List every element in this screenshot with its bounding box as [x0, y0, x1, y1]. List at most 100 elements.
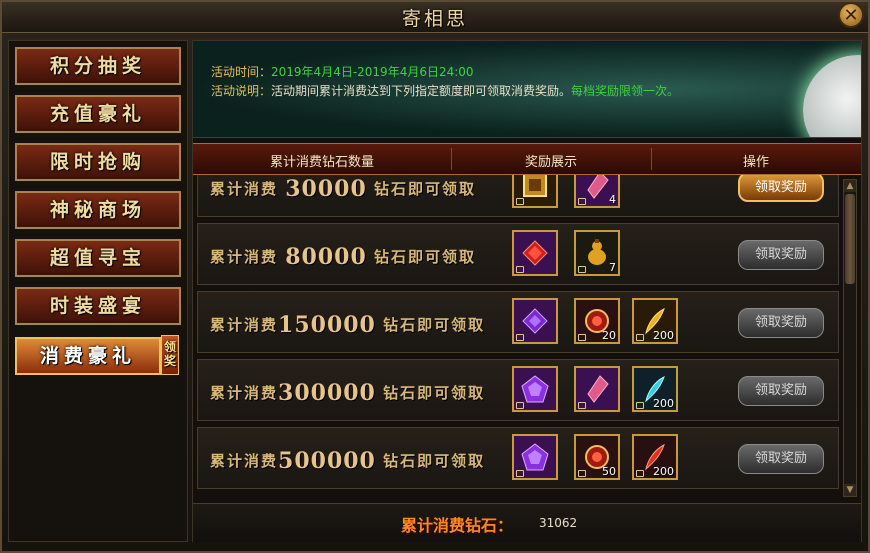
bound-lock-icon [636, 402, 644, 409]
row-condition: 累计消费 30000 钻石即可领取 [210, 176, 477, 202]
sidebar-item-label: 超值寻宝 [49, 247, 146, 269]
table-row: 累计消费 30000 钻石即可领取 4 领取奖励 [197, 175, 839, 217]
gourd-icon [588, 239, 606, 265]
header-rewards: 奖励展示 [524, 155, 577, 170]
row-amount: 80000 [285, 244, 367, 270]
footer: 累计消费钻石： 31062 [193, 503, 861, 542]
red-gem-icon [522, 240, 548, 266]
item-count: 50 [602, 465, 616, 478]
event-window: 寄相思 ✕ 积分抽奖 充值豪礼 限时抢购 神秘商场 超值寻宝 时装盛宴 消费豪礼… [0, 0, 870, 553]
purple-gem-icon [522, 308, 548, 334]
reward-item[interactable] [512, 175, 558, 208]
bound-lock-icon [578, 334, 586, 341]
row-amount: 300000 [278, 380, 376, 406]
bound-lock-icon [578, 470, 586, 477]
table-row: 累计消费500000 钻石即可领取 50 200 领取奖励 [197, 427, 839, 489]
sidebar-item-treasure-hunt[interactable]: 超值寻宝 [15, 239, 181, 277]
item-count: 7 [609, 261, 616, 274]
claim-reward-button[interactable]: 领取奖励 [738, 444, 824, 474]
sidebar-item-fashion-feast[interactable]: 时装盛宴 [15, 287, 181, 325]
reward-list-scrollbar[interactable]: ▲ ▼ [843, 179, 857, 497]
row-amount: 30000 [285, 176, 367, 202]
claim-reward-button[interactable]: 领取奖励 [738, 240, 824, 270]
event-description: 活动说明：活动期间累计消费达到下列指定额度即可领取消费奖励。每档奖励限领一次。 [211, 83, 721, 99]
item-count: 200 [653, 465, 674, 478]
reward-item[interactable]: 200 [632, 298, 678, 344]
claim-reward-button[interactable]: 领取奖励 [738, 308, 824, 338]
bound-lock-icon [516, 402, 524, 409]
table-header: 累计消费钻石数量 奖励展示 操作 [193, 143, 861, 175]
row-condition: 累计消费 80000 钻石即可领取 [210, 244, 477, 270]
bound-lock-icon [636, 334, 644, 341]
claim-badge: 领奖 [161, 335, 179, 375]
row-amount: 500000 [278, 448, 376, 474]
table-row: 累计消费300000 钻石即可领取 200 领取奖励 [197, 359, 839, 421]
bound-lock-icon [636, 470, 644, 477]
moon-image [803, 55, 861, 137]
title-bar: 寄相思 ✕ [2, 2, 868, 33]
purple-pentagon-gem-icon [521, 443, 549, 471]
sidebar-item-flash-sale[interactable]: 限时抢购 [15, 143, 181, 181]
header-action: 操作 [742, 155, 769, 170]
bound-lock-icon [578, 198, 586, 205]
item-count: 4 [609, 193, 616, 206]
event-time-label: 活动时间： [211, 65, 272, 79]
window-title: 寄相思 [401, 8, 468, 30]
reward-item[interactable] [512, 434, 558, 480]
reward-item[interactable] [512, 366, 558, 412]
bound-lock-icon [578, 402, 586, 409]
scroll-up-icon[interactable]: ▲ [844, 180, 856, 192]
sidebar-item-label: 神秘商场 [49, 199, 146, 221]
bound-lock-icon [516, 198, 524, 205]
sidebar-item-mystery-shop[interactable]: 神秘商场 [15, 191, 181, 229]
total-spent-value: 31062 [539, 516, 578, 530]
row-condition: 累计消费500000 钻石即可领取 [210, 448, 486, 474]
claim-reward-button[interactable]: 领取奖励 [738, 376, 824, 406]
reward-item[interactable]: 7 [574, 230, 620, 276]
reward-item[interactable]: 200 [632, 434, 678, 480]
claim-reward-button[interactable]: 领取奖励 [738, 175, 824, 202]
reward-item[interactable] [512, 230, 558, 276]
reward-list: 累计消费 30000 钻石即可领取 4 领取奖励 累计消费 80000 钻石即可… [193, 175, 841, 495]
close-icon[interactable]: ✕ [838, 2, 864, 28]
event-desc-label: 活动说明： [211, 84, 272, 98]
sidebar-item-recharge-gift[interactable]: 充值豪礼 [15, 95, 181, 133]
sidebar-item-label: 消费豪礼 [39, 345, 136, 367]
row-condition: 累计消费300000 钻石即可领取 [210, 380, 486, 406]
sidebar: 积分抽奖 充值豪礼 限时抢购 神秘商场 超值寻宝 时装盛宴 消费豪礼 领奖 [8, 40, 188, 542]
scroll-down-icon[interactable]: ▼ [844, 484, 856, 496]
row-amount: 150000 [278, 312, 376, 338]
bound-lock-icon [516, 334, 524, 341]
pink-crystal-icon [587, 375, 609, 403]
sidebar-item-spending-gift[interactable]: 消费豪礼 领奖 [15, 335, 179, 375]
reward-item[interactable]: 4 [574, 175, 620, 208]
reward-item[interactable]: 200 [632, 366, 678, 412]
info-banner: 活动时间：2019年4月4日-2019年4月6日24:00 活动说明：活动期间累… [193, 41, 861, 138]
event-time: 活动时间：2019年4月4日-2019年4月6日24:00 [211, 63, 474, 80]
row-condition: 累计消费150000 钻石即可领取 [210, 312, 486, 338]
bound-lock-icon [516, 266, 524, 273]
event-desc-extra: 每档奖励限领一次。 [571, 84, 680, 98]
sidebar-item-label: 时装盛宴 [49, 295, 146, 317]
table-row: 累计消费 80000 钻石即可领取 7 领取奖励 [197, 223, 839, 285]
reward-item[interactable] [512, 298, 558, 344]
item-count: 200 [653, 397, 674, 410]
table-row: 累计消费150000 钻石即可领取 20 200 领取奖励 [197, 291, 839, 353]
event-time-value: 2019年4月4日-2019年4月6日24:00 [271, 65, 474, 79]
reward-item[interactable]: 50 [574, 434, 620, 480]
sidebar-item-label: 充值豪礼 [49, 103, 146, 125]
total-spent-label: 累计消费钻石： [401, 516, 514, 535]
reward-item[interactable]: 20 [574, 298, 620, 344]
sidebar-item-label: 限时抢购 [49, 151, 146, 173]
header-spending: 累计消费钻石数量 [269, 155, 374, 170]
main-content: 活动时间：2019年4月4日-2019年4月6日24:00 活动说明：活动期间累… [192, 40, 862, 542]
sidebar-item-points-lottery[interactable]: 积分抽奖 [15, 47, 181, 85]
scroll-thumb[interactable] [845, 194, 855, 284]
sidebar-item-label: 积分抽奖 [49, 55, 146, 77]
pink-crystal-icon [587, 175, 609, 199]
item-count: 200 [653, 329, 674, 342]
reward-item[interactable] [574, 366, 620, 412]
event-desc-value: 活动期间累计消费达到下列指定额度即可领取消费奖励。 [271, 84, 572, 98]
bound-lock-icon [578, 266, 586, 273]
gold-frame-icon [523, 175, 547, 197]
